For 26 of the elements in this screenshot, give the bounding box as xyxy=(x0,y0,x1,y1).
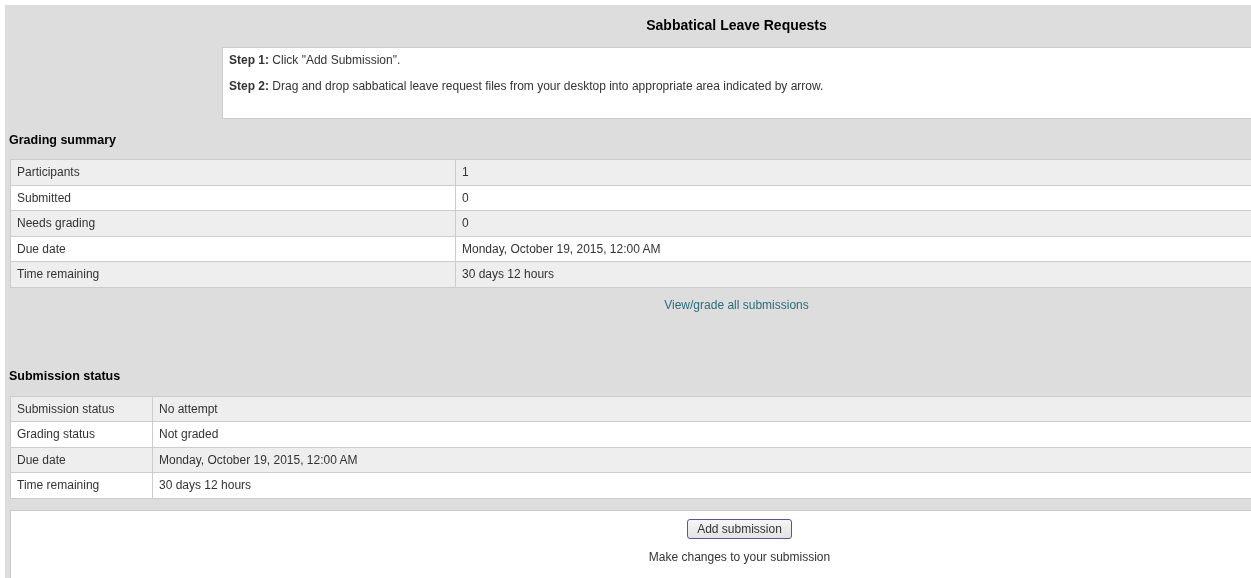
table-cell: Time remaining xyxy=(10,473,153,499)
table-cell: 0 xyxy=(456,211,1251,237)
table-cell: Needs grading xyxy=(10,211,456,237)
section-heading: Submission status xyxy=(8,368,122,383)
table-cell: Submitted xyxy=(10,185,456,211)
table-cell: Due date xyxy=(10,236,456,262)
table-cell: Due date xyxy=(10,447,153,473)
table-cell: Submission status xyxy=(10,396,153,422)
view-submissions-link[interactable]: View/grade all submissions xyxy=(664,297,809,312)
table-cell: No attempt xyxy=(153,396,1251,422)
table-cell: Time remaining xyxy=(10,262,456,288)
instruction-text: Step 2: Drag and drop sabbatical leave request files from your desktop into appropriate area indicated by arrow. xyxy=(229,79,825,93)
section-heading: Grading summary xyxy=(8,133,117,147)
page-title: Sabbatical Leave Requests xyxy=(645,16,828,35)
help-text: Make changes to your submission xyxy=(648,549,831,564)
table-cell: 1 xyxy=(456,160,1251,186)
table-cell: Participants xyxy=(10,160,456,186)
table-cell: 30 days 12 hours xyxy=(456,262,1251,288)
table-cell: 30 days 12 hours xyxy=(153,473,1251,499)
table-cell: 0 xyxy=(456,185,1251,211)
table-cell: Monday, October 19, 2015, 12:00 AM xyxy=(456,236,1251,262)
table-cell: Not graded xyxy=(153,422,1251,448)
add-submission-button[interactable]: Add submission xyxy=(687,518,792,539)
table-cell: Monday, October 19, 2015, 12:00 AM xyxy=(153,447,1251,473)
instruction-text: Step 1: Click "Add Submission". xyxy=(229,53,402,67)
table-cell: Grading status xyxy=(10,422,153,448)
